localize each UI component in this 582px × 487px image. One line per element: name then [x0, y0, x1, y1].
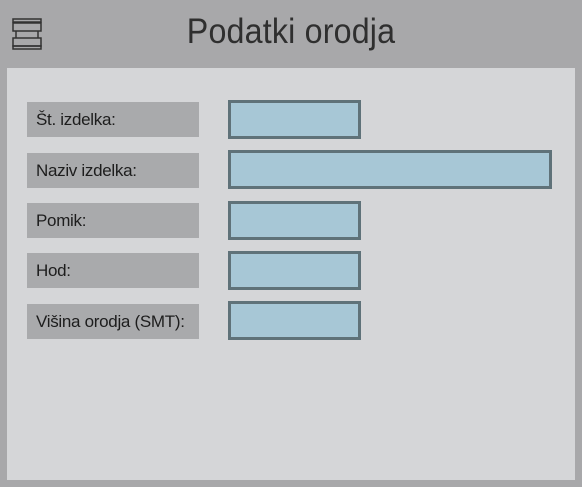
label-feed: Pomik: — [27, 203, 199, 238]
feed-field[interactable] — [228, 201, 361, 240]
label-item-name: Naziv izdelka: — [27, 153, 199, 188]
label-tool-height: Višina orodja (SMT): — [27, 304, 199, 339]
page-title: Podatki orodja — [186, 12, 396, 51]
item-name-field[interactable] — [228, 150, 552, 189]
item-number-field[interactable] — [228, 100, 361, 139]
title-bar: Podatki orodja — [0, 0, 582, 68]
label-item-number: Št. izdelka: — [27, 102, 199, 137]
tool-height-field[interactable] — [228, 301, 361, 340]
label-stroke: Hod: — [27, 253, 199, 288]
stroke-field[interactable] — [228, 251, 361, 290]
